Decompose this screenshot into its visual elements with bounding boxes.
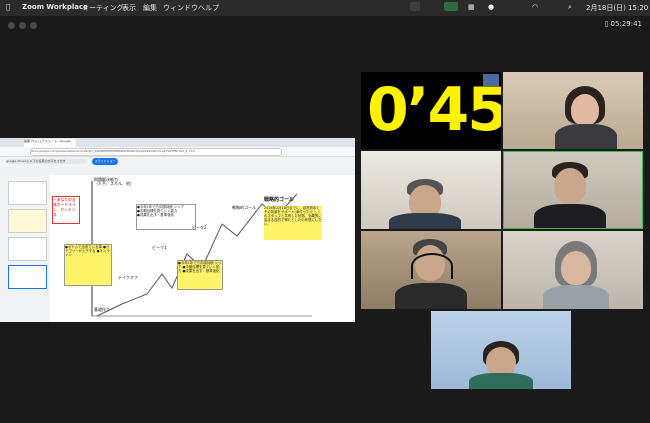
window-close-button[interactable] [8, 22, 15, 29]
slideshow-button[interactable]: スライドショー [92, 158, 118, 165]
label-peak2: ピーク2 [192, 225, 207, 230]
slide-canvas: ・あなたの全体ボードライン、センテンス 問題解決能力 （人手、スキル、他） ●今… [52, 176, 355, 322]
label-problem-solving: 問題解決能力 （人手、スキル、他） [94, 177, 134, 186]
video-tile-active-speaker[interactable] [503, 151, 643, 229]
window-minimize-button[interactable] [19, 22, 26, 29]
label-goal: 戦略的ゴール [232, 205, 256, 210]
slide-thumbnail[interactable] [8, 209, 47, 233]
browser-tab-strip: 長期プロジェクトシート - Google [0, 138, 355, 147]
countdown-text: 0’45 [367, 75, 501, 145]
meeting-elapsed-time: 05:29:41 [610, 20, 642, 28]
slide-thumbnail-selected[interactable] [8, 265, 47, 289]
note-box-yellow-left: ●ボトムで出来ている事 ●カテゴリーが上下する ●オンライン [64, 244, 112, 286]
participant-body [534, 204, 606, 228]
goal-title: 戦略的ゴール [264, 197, 295, 203]
note-box-1: ●今年1年で方向感持続 シリア ●中期目標を見ていく能力 ●成果を出す・基準強化 [136, 204, 196, 230]
video-tile-timer[interactable]: 0’45 [361, 72, 501, 149]
label-peak1: ピーク1 [152, 245, 167, 250]
shared-screen[interactable]: 長期プロジェクトシート - Google docs.google.com/pre… [0, 138, 355, 322]
menu-help[interactable]: ヘルプ [198, 3, 219, 13]
meeting-timer: ▯ 05:29:41 [604, 20, 642, 28]
menu-view[interactable]: 表示 [122, 3, 136, 13]
browser-tab[interactable]: 長期プロジェクトシート - Google [24, 139, 76, 147]
slides-format-bar [0, 167, 355, 175]
label-base: 基礎作り [94, 307, 110, 312]
mac-menu-bar:  Zoom Workplace ミーティング 表示 編集 ウィンドウ ヘルプ … [0, 0, 650, 16]
small-participant-thumbnail [483, 74, 499, 86]
menu-window[interactable]: ウィンドウ [163, 3, 198, 13]
headset-icon [411, 253, 453, 279]
camera-status-icon[interactable] [444, 2, 458, 11]
participant-body [395, 283, 467, 309]
browser-url-field[interactable]: docs.google.com/presentation/d/1rS4vtJ7_… [30, 148, 282, 156]
participant-body [555, 124, 617, 149]
video-tile-participant-4[interactable] [503, 231, 643, 309]
search-icon[interactable]: ⌕ [568, 3, 572, 12]
slide-thumbnail[interactable] [8, 181, 47, 205]
search-chip[interactable]: google.drivenに以下の任意の文字をさがす [6, 159, 86, 164]
zoom-status-icon[interactable] [410, 2, 420, 11]
participant-body [469, 373, 533, 389]
video-tile-participant-3[interactable] [361, 231, 501, 309]
menu-edit[interactable]: 編集 [143, 3, 157, 13]
video-tile-participant-1[interactable] [503, 72, 643, 149]
menu-meeting[interactable]: ミーティング [82, 3, 124, 13]
menu-app-name[interactable]: Zoom Workplace [22, 3, 88, 11]
apple-icon[interactable]:  [6, 3, 10, 11]
slide-thumbnail[interactable] [8, 237, 47, 261]
docs-toolbar: google.drivenに以下の任意の文字をさがす スライドショー [0, 157, 355, 167]
video-tile-participant-2[interactable] [361, 151, 501, 229]
label-takeoff: テイクオフ [118, 275, 138, 280]
note-box-yellow-mid: ●今年1年で方向感持続 シリア ●中期目標を見ていく能力 ●成果を出す・基準強化 [177, 260, 223, 290]
grid-icon[interactable]: ▦ [468, 3, 475, 11]
participant-face [561, 251, 591, 285]
menubar-clock: 2月18日(日) 15:20 [586, 4, 649, 12]
window-zoom-button[interactable] [30, 22, 37, 29]
wifi-icon[interactable]: ◠ [532, 3, 538, 11]
goal-text: 2026年2月18日までに、自然資本とその背景をサポート(添付って)としくのスタ… [264, 206, 322, 240]
mic-icon[interactable]: ● [488, 3, 494, 11]
slide-thumbnail-panel [0, 175, 50, 322]
video-tile-participant-5[interactable] [431, 311, 571, 389]
participant-body [389, 213, 461, 229]
participant-face [571, 94, 599, 126]
participant-body [543, 285, 609, 309]
participant-face [554, 168, 586, 204]
